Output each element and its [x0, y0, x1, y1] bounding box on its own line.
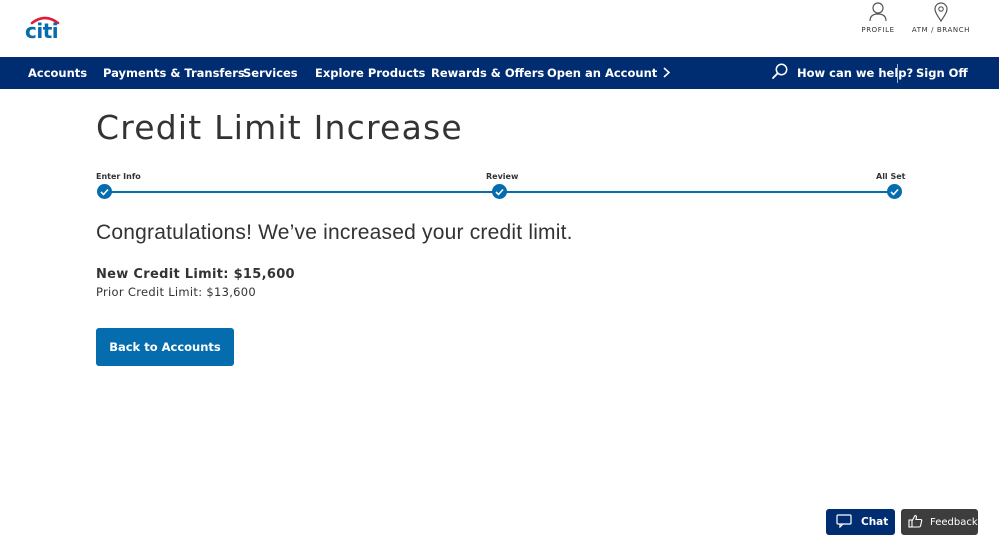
svg-text:citi: citi — [25, 19, 58, 40]
chat-icon — [836, 513, 852, 532]
citi-logo[interactable]: citi — [25, 14, 65, 40]
profile-label: PROFILE — [861, 26, 895, 34]
progress-stepper: Enter Info Review All Set — [96, 172, 906, 202]
chat-button[interactable]: Chat — [826, 509, 895, 535]
step-label-all-set: All Set — [876, 172, 906, 181]
chevron-right-icon — [663, 58, 671, 90]
help-label: How can we help? — [797, 66, 914, 80]
atm-branch-label: ATM / BRANCH — [911, 26, 971, 34]
location-pin-icon — [934, 0, 948, 22]
feedback-button[interactable]: Feedback — [901, 509, 978, 535]
main-nav: Accounts Payments & Transfers Services E… — [0, 57, 999, 89]
step-label-enter-info: Enter Info — [96, 172, 141, 181]
chat-label: Chat — [861, 516, 889, 528]
nav-divider — [897, 64, 898, 83]
nav-open-account-label: Open an Account — [547, 66, 658, 80]
top-header: citi PROFILE ATM / BRANCH — [0, 0, 999, 57]
step-label-review: Review — [486, 172, 519, 181]
nav-accounts[interactable]: Accounts — [28, 57, 87, 89]
help-search[interactable]: How can we help? — [772, 57, 913, 89]
nav-rewards-offers[interactable]: Rewards & Offers — [431, 57, 544, 89]
feedback-label: Feedback — [930, 516, 978, 528]
prior-credit-limit: Prior Credit Limit: $13,600 — [96, 285, 257, 299]
new-credit-limit: New Credit Limit: $15,600 — [96, 267, 295, 282]
page-title: Credit Limit Increase — [96, 108, 463, 147]
step-complete-icon — [492, 184, 507, 199]
nav-payments-transfers[interactable]: Payments & Transfers — [103, 57, 245, 89]
search-icon — [772, 63, 788, 83]
congratulations-message: Congratulations! We’ve increased your cr… — [96, 221, 573, 244]
nav-services[interactable]: Services — [243, 57, 298, 89]
atm-branch-link[interactable]: ATM / BRANCH — [908, 0, 974, 34]
thumbs-up-icon — [908, 513, 923, 532]
back-to-accounts-button[interactable]: Back to Accounts — [96, 328, 234, 366]
profile-link[interactable]: PROFILE — [849, 0, 907, 34]
sign-off-button[interactable]: Sign Off — [916, 57, 968, 89]
nav-open-account[interactable]: Open an Account — [547, 57, 671, 90]
step-complete-icon — [97, 184, 112, 199]
nav-explore-products[interactable]: Explore Products — [315, 57, 425, 89]
step-complete-icon — [887, 184, 902, 199]
person-icon — [869, 0, 887, 22]
